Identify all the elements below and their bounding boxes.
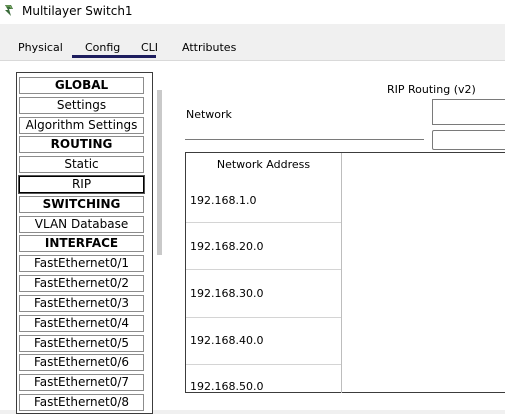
column-divider	[341, 153, 342, 393]
sidebar-item-rip[interactable]: RIP	[18, 175, 145, 194]
row-divider	[186, 317, 341, 318]
table-row[interactable]: 192.168.1.0	[190, 194, 256, 207]
sidebar-header-routing: ROUTING	[19, 136, 144, 153]
tab-physical[interactable]: Physical	[18, 41, 63, 54]
sidebar-item-fastethernet0-4[interactable]: FastEthernet0/4	[19, 315, 144, 332]
network-input[interactable]	[432, 99, 505, 125]
row-divider	[186, 222, 341, 223]
separator-line	[185, 139, 424, 140]
network-label: Network	[186, 108, 232, 121]
table-row[interactable]: 192.168.40.0	[190, 334, 263, 347]
sidebar-item-fastethernet0-6[interactable]: FastEthernet0/6	[19, 354, 144, 371]
sidebar-item-fastethernet0-8[interactable]: FastEthernet0/8	[19, 394, 144, 411]
switch-app-icon	[5, 5, 13, 16]
config-sidebar: GLOBAL Settings Algorithm Settings ROUTI…	[16, 72, 153, 414]
row-divider	[186, 364, 341, 365]
network-address-table: Network Address 192.168.1.0 192.168.20.0…	[185, 152, 505, 393]
tab-config[interactable]: Config	[85, 41, 120, 54]
sidebar-item-static[interactable]: Static	[19, 156, 144, 173]
sidebar-item-vlan-database[interactable]: VLAN Database	[19, 216, 144, 233]
sidebar-item-algorithm-settings[interactable]: Algorithm Settings	[19, 117, 144, 134]
active-tab-indicator	[72, 55, 156, 58]
rip-routing-title: RIP Routing (v2)	[387, 83, 476, 96]
table-header-network-address: Network Address	[216, 158, 311, 171]
sidebar-header-interface: INTERFACE	[19, 235, 144, 252]
table-row[interactable]: 192.168.30.0	[190, 287, 263, 300]
tab-cli[interactable]: CLI	[141, 41, 158, 54]
sidebar-header-global: GLOBAL	[19, 77, 144, 94]
sidebar-scrollbar[interactable]	[157, 90, 162, 255]
sidebar-item-fastethernet0-7[interactable]: FastEthernet0/7	[19, 374, 144, 391]
sidebar-header-switching: SWITCHING	[19, 196, 144, 213]
window-title: Multilayer Switch1	[22, 4, 133, 18]
row-divider	[186, 269, 341, 270]
add-network-button[interactable]	[432, 130, 505, 150]
table-row[interactable]: 192.168.20.0	[190, 240, 263, 253]
tab-attributes[interactable]: Attributes	[182, 41, 236, 54]
sidebar-item-fastethernet0-2[interactable]: FastEthernet0/2	[19, 275, 144, 292]
title-bar: Multilayer Switch1	[0, 0, 505, 24]
table-row[interactable]: 192.168.50.0	[190, 380, 263, 393]
sidebar-item-fastethernet0-5[interactable]: FastEthernet0/5	[19, 335, 144, 352]
sidebar-item-fastethernet0-3[interactable]: FastEthernet0/3	[19, 295, 144, 312]
sidebar-item-fastethernet0-1[interactable]: FastEthernet0/1	[19, 255, 144, 272]
sidebar-item-settings[interactable]: Settings	[19, 97, 144, 114]
